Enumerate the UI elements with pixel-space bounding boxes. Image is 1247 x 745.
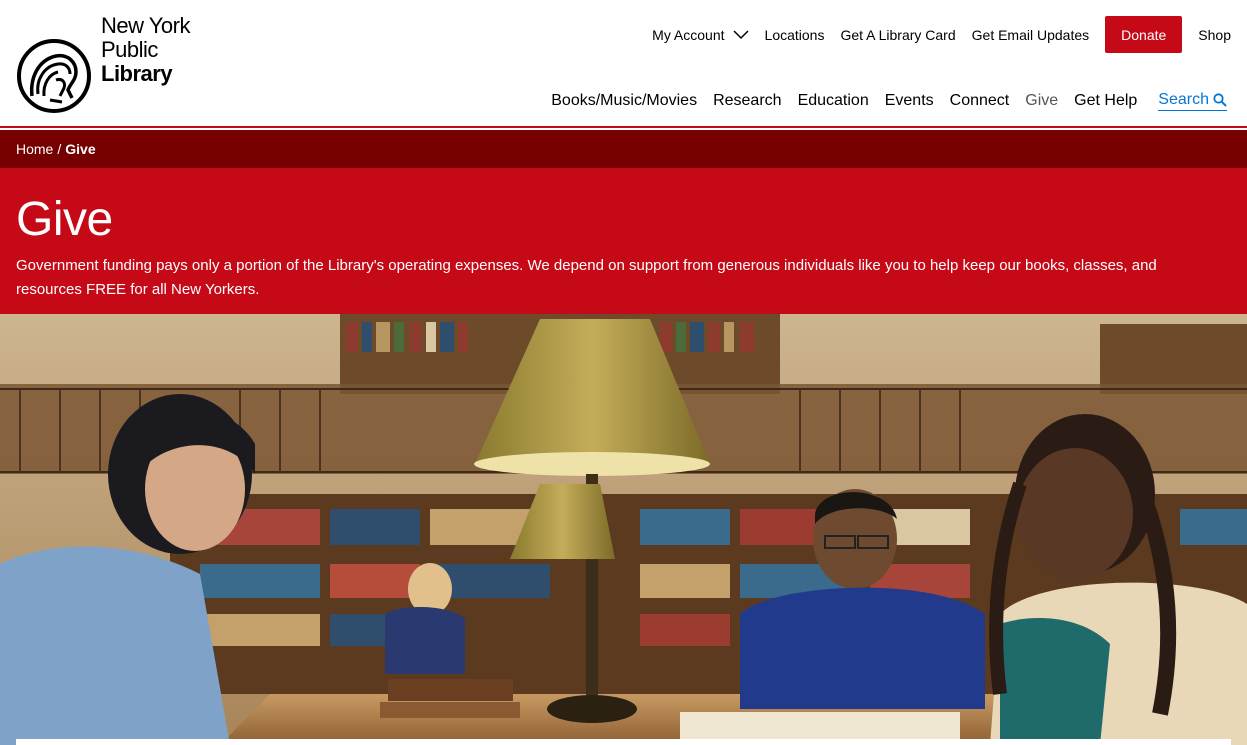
email-updates-link[interactable]: Get Email Updates [972,27,1090,43]
search-button[interactable]: Search [1158,91,1227,111]
my-account-dropdown[interactable]: My Account [652,26,749,43]
locations-link[interactable]: Locations [765,27,825,43]
nav-connect[interactable]: Connect [950,92,1010,110]
library-card-link[interactable]: Get A Library Card [840,27,955,43]
nav-research[interactable]: Research [713,92,781,110]
nav-give[interactable]: Give [1025,92,1058,110]
site-header: New York Public Library My Account Locat… [0,0,1247,128]
donate-button[interactable]: Donate [1105,16,1183,53]
breadcrumb: Home / Give [0,130,1247,168]
logo-line-2: Public [101,37,158,62]
logo-wordmark: New York Public Library [101,14,190,86]
hero-band: Give Government funding pays only a port… [0,168,1247,314]
lion-logo-icon [17,39,91,113]
nypl-logo[interactable]: New York Public Library [16,14,206,114]
breadcrumb-separator: / [57,141,62,157]
nav-books-music-movies[interactable]: Books/Music/Movies [551,92,697,110]
hero-description: Government funding pays only a portion o… [16,257,1157,298]
search-label: Search [1158,91,1209,108]
logo-line-3: Library [101,61,173,86]
nav-get-help[interactable]: Get Help [1074,92,1137,110]
hero-photo [0,314,1247,745]
breadcrumb-home[interactable]: Home [16,141,53,157]
page-title: Give [16,193,113,246]
search-icon [1213,93,1227,107]
main-nav: Books/Music/Movies Research Education Ev… [535,91,1227,111]
content-card-edge [16,739,1231,745]
shop-link[interactable]: Shop [1198,27,1231,43]
nav-education[interactable]: Education [798,92,869,110]
reading-room-image [0,314,1247,745]
nav-events[interactable]: Events [885,92,934,110]
breadcrumb-current: Give [65,141,96,157]
chevron-down-icon [733,29,749,39]
my-account-label: My Account [652,26,725,43]
logo-line-1: New York [101,13,190,38]
utility-nav: My Account Locations Get A Library Card … [636,16,1231,53]
